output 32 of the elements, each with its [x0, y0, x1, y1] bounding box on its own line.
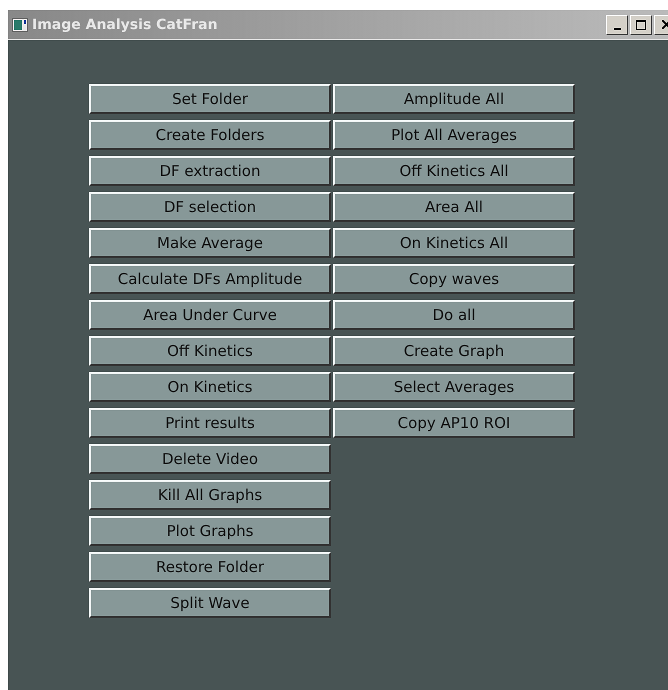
action-button[interactable]: Area Under Curve: [89, 300, 331, 330]
action-button[interactable]: Set Folder: [89, 84, 331, 114]
action-button[interactable]: Area All: [333, 192, 575, 222]
action-button[interactable]: Create Graph: [333, 336, 575, 366]
action-button[interactable]: On Kinetics All: [333, 228, 575, 258]
window-icon: [12, 18, 28, 32]
action-button[interactable]: Delete Video: [89, 444, 331, 474]
action-button[interactable]: Off Kinetics All: [333, 156, 575, 186]
action-button[interactable]: Make Average: [89, 228, 331, 258]
action-button[interactable]: Off Kinetics: [89, 336, 331, 366]
action-button[interactable]: Copy waves: [333, 264, 575, 294]
minimize-button[interactable]: [606, 14, 628, 34]
action-button[interactable]: Kill All Graphs: [89, 480, 331, 510]
action-button[interactable]: Restore Folder: [89, 552, 331, 582]
maximize-button[interactable]: [630, 14, 652, 34]
action-button[interactable]: Print results: [89, 408, 331, 438]
action-button[interactable]: DF selection: [89, 192, 331, 222]
action-button[interactable]: Plot All Averages: [333, 120, 575, 150]
action-button[interactable]: Split Wave: [89, 588, 331, 618]
action-button[interactable]: Amplitude All: [333, 84, 575, 114]
action-button[interactable]: Copy AP10 ROI: [333, 408, 575, 438]
action-button[interactable]: DF extraction: [89, 156, 331, 186]
action-button[interactable]: Calculate DFs Amplitude: [89, 264, 331, 294]
minimize-icon: [614, 28, 620, 30]
close-icon: [662, 20, 668, 29]
action-button[interactable]: On Kinetics: [89, 372, 331, 402]
action-button[interactable]: Do all: [333, 300, 575, 330]
action-button[interactable]: Select Averages: [333, 372, 575, 402]
action-button[interactable]: Plot Graphs: [89, 516, 331, 546]
action-button[interactable]: Create Folders: [89, 120, 331, 150]
window-title: Image Analysis CatFran: [32, 16, 218, 32]
maximize-icon: [636, 20, 646, 30]
